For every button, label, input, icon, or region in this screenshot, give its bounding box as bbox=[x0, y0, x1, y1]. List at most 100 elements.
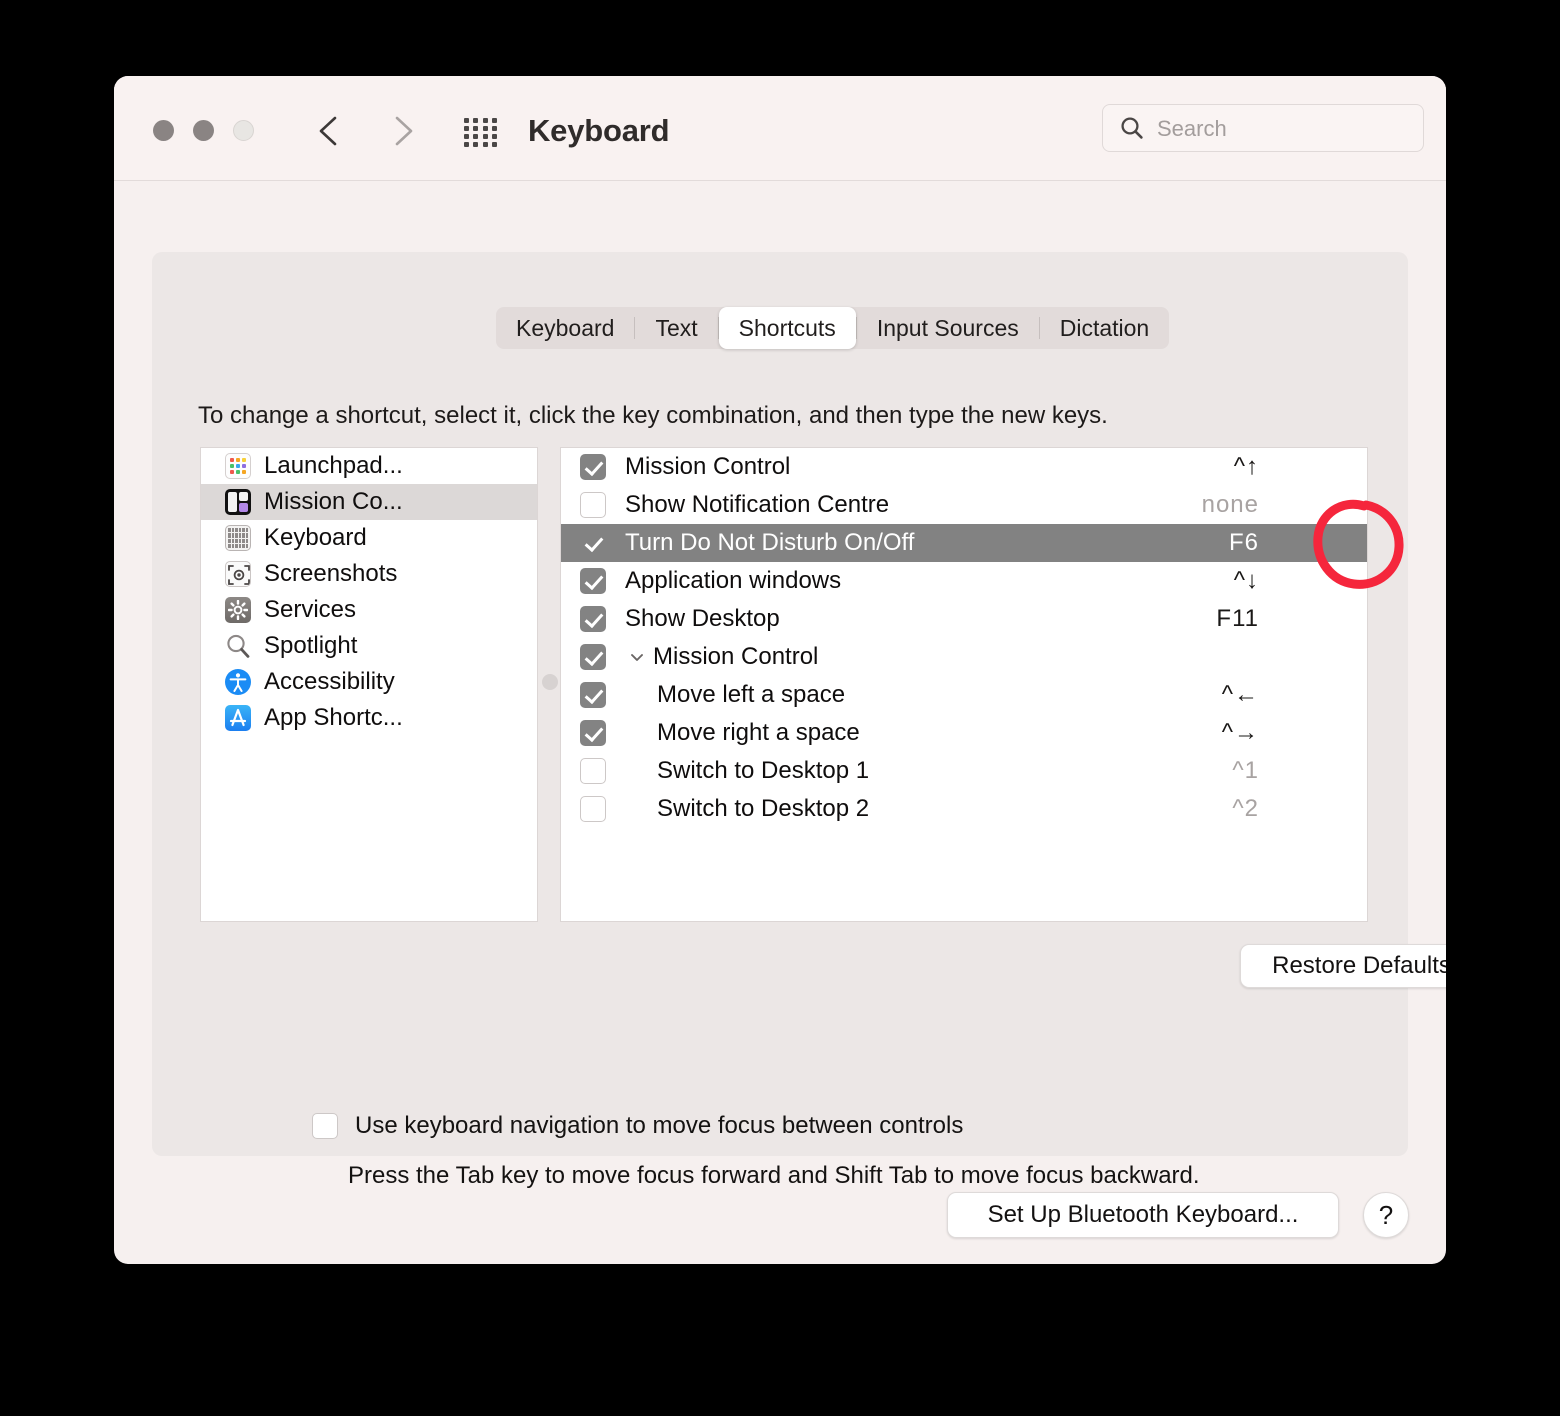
shortcut-checkbox[interactable] bbox=[580, 454, 606, 480]
sidebar-item-spotlight[interactable]: Spotlight bbox=[201, 628, 537, 664]
shortcut-row[interactable]: Switch to Desktop 2 ^2 bbox=[561, 790, 1367, 828]
shortcut-label: Switch to Desktop 1 bbox=[657, 757, 870, 784]
shortcut-checkbox[interactable] bbox=[580, 796, 606, 822]
shortcut-checkbox-cell bbox=[561, 454, 625, 480]
shortcut-checkbox-cell bbox=[561, 644, 625, 670]
instruction-text: To change a shortcut, select it, click t… bbox=[198, 402, 1108, 429]
services-gear-icon bbox=[225, 597, 251, 623]
shortcut-checkbox[interactable] bbox=[580, 492, 606, 518]
page-title: Keyboard bbox=[528, 113, 670, 148]
shortcut-checkbox[interactable] bbox=[580, 568, 606, 594]
tab-bar[interactable]: Keyboard Text Shortcuts Input Sources Dictat… bbox=[496, 307, 1170, 349]
search-input[interactable] bbox=[1155, 105, 1415, 153]
tab-dictation[interactable]: Dictation bbox=[1040, 307, 1169, 349]
shortcut-checkbox[interactable] bbox=[580, 606, 606, 632]
tab-keyboard[interactable]: Keyboard bbox=[496, 307, 634, 349]
search-field[interactable] bbox=[1102, 104, 1424, 153]
shortcut-checkbox-cell bbox=[561, 568, 625, 594]
shortcut-label: Application windows bbox=[625, 567, 842, 594]
shortcut-label: Turn Do Not Disturb On/Off bbox=[625, 529, 915, 556]
shortcut-checkbox-cell bbox=[561, 758, 625, 784]
app-store-icon bbox=[225, 705, 251, 731]
back-chevron-icon[interactable] bbox=[312, 112, 346, 150]
shortcut-row[interactable]: Mission Control bbox=[561, 638, 1367, 676]
keyboard-navigation-checkbox[interactable] bbox=[312, 1113, 338, 1139]
shortcut-label: Move right a space bbox=[657, 719, 860, 746]
keyboard-navigation-sublabel: Press the Tab key to move focus forward … bbox=[348, 1162, 1200, 1189]
shortcut-checkbox[interactable] bbox=[580, 758, 606, 784]
sidebar-item-label: Screenshots bbox=[264, 560, 398, 587]
keyboard-navigation-row[interactable]: Use keyboard navigation to move focus be… bbox=[312, 1112, 963, 1140]
screenshots-icon bbox=[225, 561, 251, 587]
shortcut-label: Show Desktop bbox=[625, 605, 780, 632]
shortcut-row[interactable]: Show Notification Centre none bbox=[561, 486, 1367, 524]
keyboard-navigation-label: Use keyboard navigation to move focus be… bbox=[355, 1112, 964, 1139]
shortcut-row[interactable]: Mission Control ^↑ bbox=[561, 448, 1367, 486]
shortcut-key-combination[interactable]: none bbox=[1202, 491, 1367, 519]
chevron-down-icon[interactable] bbox=[625, 647, 649, 667]
shortcut-row[interactable]: Turn Do Not Disturb On/Off F6 bbox=[561, 524, 1367, 562]
tab-input-sources[interactable]: Input Sources bbox=[857, 307, 1039, 349]
sidebar-item-accessibility[interactable]: Accessibility bbox=[201, 664, 537, 700]
help-button[interactable]: ? bbox=[1363, 1192, 1409, 1238]
shortcut-checkbox-cell bbox=[561, 796, 625, 822]
shortcut-row[interactable]: Show Desktop F11 bbox=[561, 600, 1367, 638]
search-icon bbox=[1119, 115, 1145, 146]
sidebar-item-app-shortc[interactable]: App Shortc... bbox=[201, 700, 537, 736]
shortcut-checkbox[interactable] bbox=[580, 682, 606, 708]
shortcut-key-combination[interactable]: ^1 bbox=[1232, 757, 1367, 785]
shortcut-key-combination[interactable]: ^→ bbox=[1222, 719, 1367, 747]
sidebar-item-services[interactable]: Services bbox=[201, 592, 537, 628]
shortcut-key-combination[interactable]: F11 bbox=[1216, 605, 1367, 633]
shortcut-row[interactable]: Move left a space ^← bbox=[561, 676, 1367, 714]
tab-text[interactable]: Text bbox=[635, 307, 717, 349]
shortcut-checkbox[interactable] bbox=[580, 530, 606, 556]
shortcut-row[interactable]: Application windows ^↓ bbox=[561, 562, 1367, 600]
sidebar-item-label: Accessibility bbox=[264, 668, 395, 695]
shortcut-checkbox[interactable] bbox=[580, 720, 606, 746]
zoom-button[interactable] bbox=[233, 120, 254, 141]
sidebar-item-label: Mission Co... bbox=[264, 488, 403, 515]
sidebar-item-label: App Shortc... bbox=[264, 704, 403, 731]
minimize-button[interactable] bbox=[193, 120, 214, 141]
sidebar-item-keyboard[interactable]: Keyboard bbox=[201, 520, 537, 556]
close-button[interactable] bbox=[153, 120, 174, 141]
sidebar-item-label: Launchpad... bbox=[264, 452, 403, 479]
shortcut-key-combination[interactable]: F6 bbox=[1229, 529, 1367, 557]
shortcut-label: Mission Control bbox=[653, 643, 819, 670]
shortcut-checkbox-cell bbox=[561, 606, 625, 632]
sidebar-item-screenshots[interactable]: Screenshots bbox=[201, 556, 537, 592]
shortcut-label: Move left a space bbox=[657, 681, 846, 708]
sidebar-item-label: Spotlight bbox=[264, 632, 358, 659]
shortcut-key-combination[interactable]: ^↓ bbox=[1234, 567, 1367, 595]
restore-defaults-button[interactable]: Restore Defaults bbox=[1240, 944, 1446, 988]
list-splitter-handle[interactable] bbox=[542, 674, 558, 690]
sidebar-item-label: Services bbox=[264, 596, 357, 623]
launchpad-icon bbox=[225, 453, 251, 479]
shortcut-label: Switch to Desktop 2 bbox=[657, 795, 870, 822]
shortcut-checkbox[interactable] bbox=[580, 644, 606, 670]
show-all-grid-icon[interactable] bbox=[464, 118, 498, 147]
mission-control-icon bbox=[225, 489, 251, 515]
tab-shortcuts[interactable]: Shortcuts bbox=[718, 307, 856, 349]
shortcut-checkbox-cell bbox=[561, 720, 625, 746]
shortcut-items-list[interactable]: Mission Control ^↑ Show Notification Centr… bbox=[560, 447, 1368, 922]
shortcut-checkbox-cell bbox=[561, 682, 625, 708]
shortcut-category-list[interactable]: Launchpad... Mission Co... Keyboard Screens… bbox=[200, 447, 538, 922]
shortcut-checkbox-cell bbox=[561, 530, 625, 556]
shortcut-row[interactable]: Move right a space ^→ bbox=[561, 714, 1367, 752]
forward-chevron-icon[interactable] bbox=[386, 112, 420, 150]
shortcut-key-combination[interactable]: ^↑ bbox=[1234, 453, 1367, 481]
shortcut-checkbox-cell bbox=[561, 492, 625, 518]
accessibility-icon bbox=[225, 669, 251, 695]
shortcut-label: Mission Control bbox=[625, 453, 791, 480]
shortcut-row[interactable]: Switch to Desktop 1 ^1 bbox=[561, 752, 1367, 790]
sidebar-item-label: Keyboard bbox=[264, 524, 367, 551]
spotlight-magnifier-icon bbox=[225, 633, 251, 659]
shortcut-key-combination[interactable]: ^2 bbox=[1232, 795, 1367, 823]
sidebar-item-launchpad[interactable]: Launchpad... bbox=[201, 448, 537, 484]
setup-bluetooth-keyboard-button[interactable]: Set Up Bluetooth Keyboard... bbox=[947, 1192, 1339, 1238]
shortcut-key-combination[interactable]: ^← bbox=[1222, 681, 1367, 709]
sidebar-item-mission-co[interactable]: Mission Co... bbox=[201, 484, 537, 520]
system-preferences-window: Keyboard To change a shortcut, select it… bbox=[114, 76, 1446, 1264]
